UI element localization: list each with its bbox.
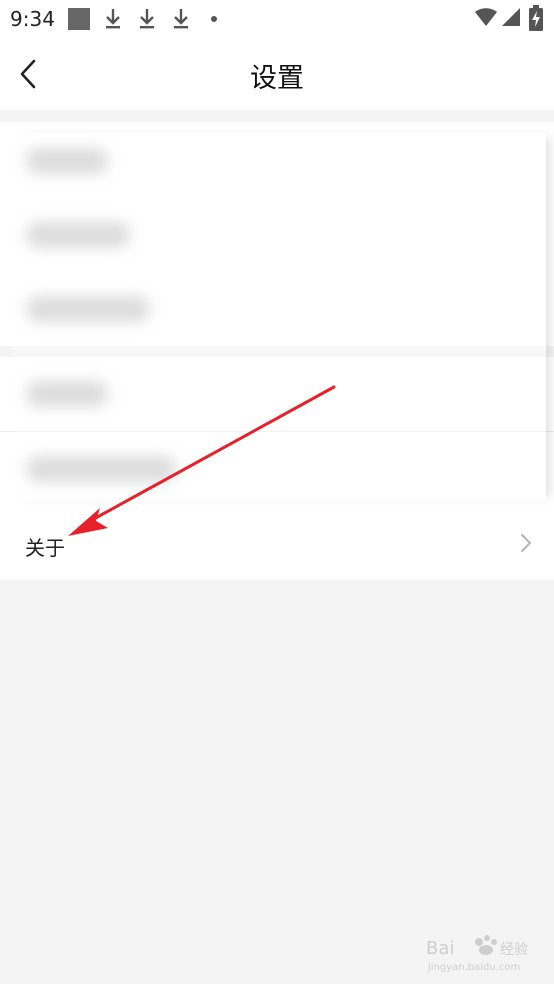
svg-text:经验: 经验 bbox=[500, 942, 528, 958]
status-time: 9:34 bbox=[10, 7, 55, 31]
baidu-watermark-logo: Bai 经验 jingyan.baidu.com bbox=[426, 935, 528, 973]
chevron-right-icon bbox=[521, 534, 531, 552]
status-bar: 9:34 bbox=[0, 0, 554, 38]
about-row[interactable]: 关于 bbox=[0, 506, 554, 580]
download-icon bbox=[174, 9, 188, 29]
wifi-icon bbox=[475, 8, 497, 26]
download-icon bbox=[140, 9, 154, 29]
svg-text:jingyan.baidu.com: jingyan.baidu.com bbox=[427, 962, 520, 973]
battery-charging-icon bbox=[529, 5, 543, 31]
page-title: 设置 bbox=[250, 63, 304, 94]
notification-dot-icon bbox=[211, 16, 217, 22]
svg-text:Bai: Bai bbox=[426, 938, 454, 959]
signal-icon bbox=[502, 8, 520, 26]
about-label: 关于 bbox=[25, 536, 65, 560]
download-icon bbox=[106, 9, 120, 29]
title-bar: 设置 bbox=[0, 38, 554, 110]
app-square-icon bbox=[68, 8, 90, 30]
blur-overlay bbox=[12, 133, 546, 501]
